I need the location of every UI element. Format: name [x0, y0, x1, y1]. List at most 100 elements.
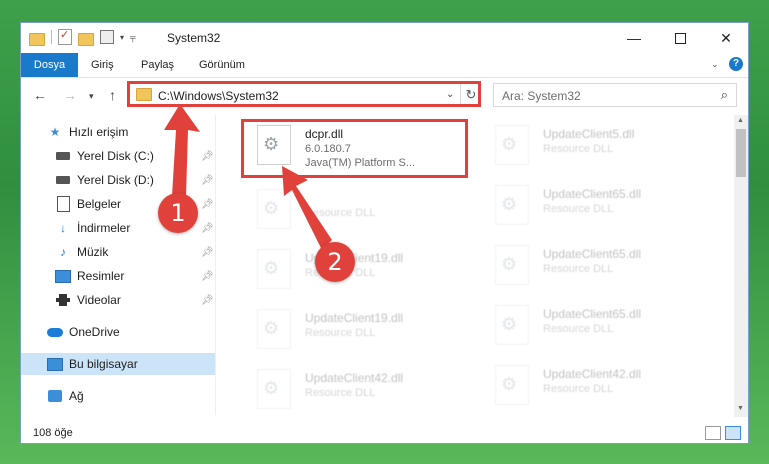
file-item[interactable]: UpdateClient19.dll Resource DLL: [241, 303, 461, 363]
pin-icon: 📌︎: [201, 174, 214, 186]
sidebar-item-label: İndirmeler: [77, 221, 131, 235]
sidebar-item-label: Belgeler: [77, 197, 122, 211]
file-item[interactable]: UpdateClient65.dll Resource DLL: [479, 239, 699, 299]
expand-ribbon-icon[interactable]: ⌄: [711, 59, 719, 70]
computer-icon: [47, 356, 63, 372]
video-icon: [55, 292, 71, 308]
file-item[interactable]: UpdateClient42.dll Resource DLL: [241, 363, 461, 423]
file-name: UpdateClient65.dll: [543, 307, 642, 321]
maximize-button[interactable]: [657, 23, 703, 53]
file-name: UpdateClient42.dll: [305, 371, 404, 385]
scroll-up-icon[interactable]: ▲: [737, 117, 744, 124]
sidebar-item-quick-access[interactable]: ★ Hızlı erişim: [21, 121, 215, 143]
search-input[interactable]: Ara: System32 ⌕: [493, 83, 737, 107]
file-type: Resource DLL: [543, 203, 614, 215]
pin-icon: 📌︎: [201, 294, 214, 306]
dll-file-icon: [495, 305, 529, 345]
toolbar-divider: [51, 30, 52, 44]
dll-file-icon: [495, 125, 529, 165]
pin-icon: 📌︎: [201, 270, 214, 282]
dll-file-icon: [495, 365, 529, 405]
quick-access-toolbar: ▾ ╤: [29, 28, 136, 46]
sidebar-item-videos[interactable]: Videolar 📌︎: [21, 289, 215, 311]
up-button[interactable]: ↑: [109, 87, 116, 103]
tab-gorunum[interactable]: Görünüm: [189, 53, 255, 77]
sidebar-item-network[interactable]: Ağ: [21, 385, 215, 407]
large-icons-view-icon[interactable]: [725, 426, 741, 440]
step-2-marker: 2: [315, 242, 355, 282]
recent-locations-icon[interactable]: ▾: [89, 91, 94, 102]
navigation-pane: ★ Hızlı erişim Yerel Disk (C:) 📌︎ Yerel …: [21, 115, 215, 415]
file-type: Resource DLL: [543, 383, 614, 395]
new-folder-icon[interactable]: [78, 32, 94, 46]
file-name: UpdateClient65.dll: [543, 247, 642, 261]
sidebar-item-label: Müzik: [77, 245, 109, 259]
vertical-scrollbar[interactable]: ▲ ▼: [734, 115, 748, 417]
file-name: UpdateClient5.dll: [543, 127, 635, 141]
help-icon[interactable]: ?: [729, 57, 743, 71]
dll-file-icon: [257, 309, 291, 349]
pictures-icon: [55, 268, 71, 284]
tab-dosya[interactable]: Dosya: [21, 53, 78, 77]
sidebar-item-label: Yerel Disk (D:): [77, 173, 154, 187]
file-item[interactable]: UpdateClient5.dll Resource DLL: [479, 119, 699, 179]
music-icon: ♪: [60, 245, 66, 259]
address-highlight-box: [127, 81, 481, 107]
dll-file-icon: [495, 185, 529, 225]
file-item[interactable]: UpdateClient42.dll Resource DLL: [479, 359, 699, 419]
sidebar-item-music[interactable]: ♪ Müzik 📌︎: [21, 241, 215, 263]
navigation-bar: ← → ▾ ↑ C:\Windows\System32 ⌄ ↻ Ara: Sys…: [21, 79, 748, 111]
drive-icon: [55, 148, 71, 164]
chevron-down-icon[interactable]: ▾: [120, 33, 124, 42]
file-name: UpdateClient65.dll: [543, 187, 642, 201]
scroll-down-icon[interactable]: ▼: [737, 405, 744, 412]
status-bar: 108 öğe: [21, 423, 748, 443]
folder-icon: [29, 32, 45, 46]
file-item[interactable]: UpdateClient65.dll Resource DLL: [479, 299, 699, 359]
back-button[interactable]: ←: [33, 87, 47, 103]
tab-paylas[interactable]: Paylaş: [131, 53, 184, 77]
window-title: System32: [167, 31, 221, 45]
sidebar-item-pictures[interactable]: Resimler 📌︎: [21, 265, 215, 287]
star-icon: ★: [49, 125, 61, 139]
sidebar-item-label: Yerel Disk (C:): [77, 149, 154, 163]
pin-icon: 📌︎: [201, 150, 214, 162]
search-placeholder: Ara: System32: [502, 89, 581, 103]
sidebar-item-label: Resimler: [77, 269, 125, 283]
details-view-icon[interactable]: [705, 426, 721, 440]
tab-giris[interactable]: Giriş: [81, 53, 124, 77]
minimize-button[interactable]: —: [611, 23, 657, 53]
file-type: Resource DLL: [543, 323, 614, 335]
file-type: Resource DLL: [305, 327, 376, 339]
file-type: Resource DLL: [543, 263, 614, 275]
close-button[interactable]: ✕: [703, 23, 748, 53]
dll-file-icon: [257, 249, 291, 289]
pane-divider[interactable]: [215, 115, 216, 415]
sidebar-item-onedrive[interactable]: OneDrive: [21, 321, 215, 343]
forward-button[interactable]: →: [63, 87, 77, 103]
file-name: UpdateClient42.dll: [543, 367, 642, 381]
file-type: Resource DLL: [305, 387, 376, 399]
search-icon[interactable]: ⌕: [721, 87, 728, 103]
customize-toolbar-icon[interactable]: ╤: [130, 33, 136, 42]
document-icon: [55, 196, 71, 212]
pin-icon: 📌︎: [201, 198, 214, 210]
cloud-icon: [47, 324, 63, 340]
sidebar-item-this-pc[interactable]: Bu bilgisayar: [21, 353, 215, 375]
sidebar-item-local-disk-c[interactable]: Yerel Disk (C:) 📌︎: [21, 145, 215, 167]
download-icon: ↓: [60, 221, 66, 235]
sidebar-item-local-disk-d[interactable]: Yerel Disk (D:) 📌︎: [21, 169, 215, 191]
sidebar-item-label: Ağ: [69, 389, 84, 403]
file-item[interactable]: UpdateClient65.dll Resource DLL: [479, 179, 699, 239]
scrollbar-thumb[interactable]: [736, 129, 746, 177]
dll-file-icon: [257, 369, 291, 409]
file-name: UpdateClient19.dll: [305, 311, 404, 325]
pin-icon: 📌︎: [201, 246, 214, 258]
dll-file-icon: [257, 189, 291, 229]
file-item[interactable]: Resource DLL: [241, 183, 461, 243]
view-toggle: [705, 426, 741, 440]
explorer-window: ▾ ╤ System32 — ✕ Dosya Giriş Paylaş Görü…: [20, 22, 749, 444]
sidebar-item-label: Bu bilgisayar: [69, 357, 138, 371]
properties-check-icon[interactable]: [58, 28, 72, 45]
customize-icon[interactable]: [100, 30, 114, 44]
